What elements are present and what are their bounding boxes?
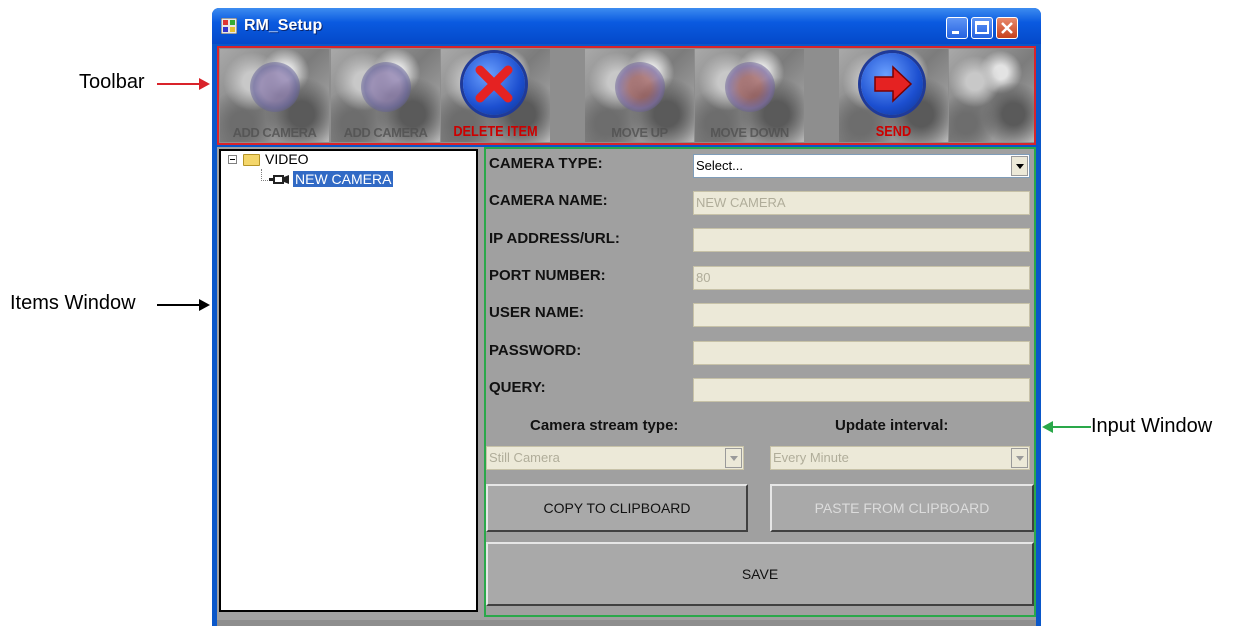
toolbar-button-blank bbox=[949, 49, 1034, 142]
chevron-down-icon[interactable] bbox=[725, 448, 742, 468]
camera-type-value: Select... bbox=[696, 158, 743, 173]
app-icon bbox=[221, 18, 237, 34]
stream-type-label: Camera stream type: bbox=[530, 417, 679, 434]
camera-type-label: CAMERA TYPE: bbox=[489, 155, 603, 172]
minimize-button[interactable] bbox=[946, 17, 968, 39]
tree-node-label: VIDEO bbox=[265, 151, 309, 167]
toolbar-annotation: Toolbar bbox=[79, 71, 145, 93]
toolbar-button-label: SEND bbox=[875, 123, 912, 140]
update-interval-value: Every Minute bbox=[773, 450, 849, 465]
items-window-annotation-arrow bbox=[157, 304, 201, 306]
items-window-annotation: Items Window bbox=[10, 292, 136, 314]
send-icon bbox=[861, 53, 923, 115]
port-number-value: 80 bbox=[696, 270, 711, 285]
delete-icon bbox=[463, 53, 525, 115]
port-number-field[interactable]: 80 bbox=[693, 266, 1030, 290]
status-bar bbox=[217, 620, 1036, 626]
copy-to-clipboard-button[interactable]: COPY TO CLIPBOARD bbox=[486, 484, 748, 532]
title-bar[interactable]: RM_Setup bbox=[212, 8, 1041, 44]
query-label: QUERY: bbox=[489, 379, 546, 396]
rm-setup-window: RM_Setup ADD CAMERA ADD CAMERA DELETE IT… bbox=[212, 8, 1041, 626]
save-button[interactable]: SAVE bbox=[486, 542, 1034, 606]
camera-name-label: CAMERA NAME: bbox=[489, 192, 608, 209]
close-button[interactable] bbox=[996, 17, 1018, 39]
update-interval-label: Update interval: bbox=[835, 417, 949, 434]
toolbar-button-label: MOVE DOWN bbox=[710, 125, 789, 140]
update-interval-select[interactable]: Every Minute bbox=[770, 446, 1030, 470]
password-label: PASSWORD: bbox=[489, 342, 582, 359]
ip-address-label: IP ADDRESS/URL: bbox=[489, 230, 620, 247]
minimize-icon bbox=[952, 31, 959, 34]
window-title: RM_Setup bbox=[244, 17, 323, 34]
add-camera-icon bbox=[250, 62, 300, 112]
toolbar-annotation-arrow bbox=[157, 83, 201, 85]
user-name-label: USER NAME: bbox=[489, 304, 585, 321]
toolbar-button-send[interactable]: SEND bbox=[839, 49, 948, 142]
camera-name-field[interactable]: NEW CAMERA bbox=[693, 191, 1030, 215]
input-window-annotation: Input Window bbox=[1091, 415, 1213, 437]
toolbar-button-add-camera[interactable]: ADD CAMERA bbox=[220, 49, 329, 142]
chevron-down-icon[interactable] bbox=[1011, 448, 1028, 468]
toolbar-annotation-arrowhead bbox=[199, 78, 210, 90]
items-window-annotation-arrowhead bbox=[199, 299, 210, 311]
add-camera-icon bbox=[361, 62, 411, 112]
user-name-field[interactable] bbox=[693, 303, 1030, 327]
camera-name-value: NEW CAMERA bbox=[696, 195, 786, 210]
input-window-annotation-arrow bbox=[1052, 426, 1091, 428]
move-down-icon bbox=[725, 62, 775, 112]
close-icon bbox=[1001, 22, 1013, 34]
tree-node-label: NEW CAMERA bbox=[293, 171, 394, 187]
toolbar-button-delete[interactable]: DELETE ITEM bbox=[441, 49, 550, 142]
toolbar-button-label: DELETE ITEM bbox=[453, 123, 538, 140]
input-window: CAMERA TYPE: Select... CAMERA NAME: NEW … bbox=[484, 147, 1036, 617]
client-area: VIDEO NEW CAMERA CAMERA TYPE: Select... … bbox=[217, 147, 1036, 626]
tree-node-video[interactable]: VIDEO bbox=[221, 151, 421, 169]
chevron-down-icon[interactable] bbox=[1011, 156, 1028, 176]
paste-from-clipboard-button[interactable]: PASTE FROM CLIPBOARD bbox=[770, 484, 1034, 532]
toolbar-button-move-down[interactable]: MOVE DOWN bbox=[695, 49, 804, 142]
camera-icon bbox=[269, 175, 289, 184]
move-up-icon bbox=[615, 62, 665, 112]
query-field[interactable] bbox=[693, 378, 1030, 402]
tree-node-new-camera[interactable]: NEW CAMERA bbox=[293, 171, 394, 187]
toolbar: ADD CAMERA ADD CAMERA DELETE ITEM MOVE U… bbox=[217, 46, 1036, 145]
camera-type-select[interactable]: Select... bbox=[693, 154, 1030, 178]
port-number-label: PORT NUMBER: bbox=[489, 267, 606, 284]
folder-icon bbox=[243, 154, 260, 166]
input-window-annotation-arrowhead bbox=[1042, 421, 1053, 433]
password-field[interactable] bbox=[693, 341, 1030, 365]
stream-type-select[interactable]: Still Camera bbox=[486, 446, 744, 470]
items-window[interactable]: VIDEO NEW CAMERA bbox=[219, 149, 478, 612]
collapse-icon[interactable] bbox=[228, 155, 237, 164]
maximize-icon bbox=[975, 21, 989, 34]
ip-address-field[interactable] bbox=[693, 228, 1030, 252]
toolbar-button-label: MOVE UP bbox=[611, 125, 668, 140]
tree-connector bbox=[261, 180, 268, 182]
toolbar-button-add-camera-2[interactable]: ADD CAMERA bbox=[331, 49, 440, 142]
toolbar-button-label: ADD CAMERA bbox=[232, 125, 317, 140]
toolbar-button-label: ADD CAMERA bbox=[343, 125, 428, 140]
toolbar-button-move-up[interactable]: MOVE UP bbox=[585, 49, 694, 142]
maximize-button[interactable] bbox=[971, 17, 993, 39]
stream-type-value: Still Camera bbox=[489, 450, 560, 465]
